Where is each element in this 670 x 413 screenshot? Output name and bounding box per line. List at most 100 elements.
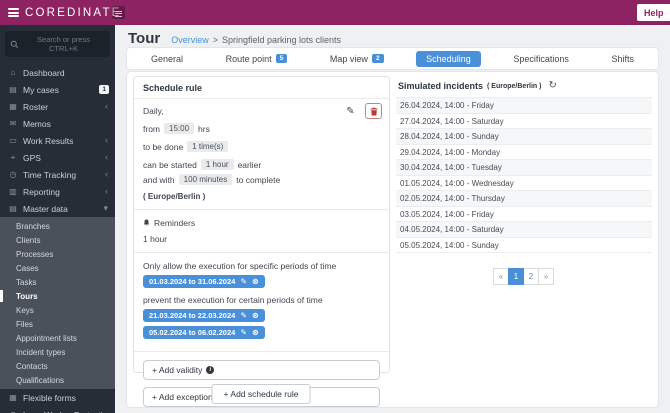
add-button-label: + Add validity bbox=[152, 365, 202, 375]
dashboard-icon: ⌂ bbox=[8, 68, 18, 77]
rule-actions: ✎ bbox=[342, 103, 382, 119]
remove-period-icon[interactable]: ⊗ bbox=[252, 311, 259, 320]
breadcrumb-overview-link[interactable]: Overview bbox=[171, 35, 209, 45]
help-button[interactable]: Help bbox=[637, 4, 670, 21]
master-data-icon: ▤ bbox=[8, 204, 18, 213]
sidebar-toggle-button[interactable] bbox=[112, 6, 125, 19]
tab-label: Route point bbox=[226, 54, 272, 64]
sidebar-item-my-cases[interactable]: ▤My cases1 bbox=[0, 81, 115, 98]
prevent-period-chip: 21.03.2024 to 22.03.2024 ✎ ⊗ bbox=[143, 309, 265, 322]
page-title: Tour bbox=[128, 30, 160, 47]
add-button-label: + Add exception bbox=[152, 392, 213, 402]
add-schedule-rule-button[interactable]: + Add schedule rule bbox=[212, 384, 311, 404]
sidebar-item-flexible-forms[interactable]: ▦ Flexible forms bbox=[0, 389, 115, 406]
prevent-periods-label: prevent the execution for certain period… bbox=[143, 295, 380, 305]
tab-scheduling[interactable]: Scheduling bbox=[416, 51, 481, 67]
pagination-page-1[interactable]: 1 bbox=[508, 268, 524, 285]
period-chip-label: 21.03.2024 to 22.03.2024 bbox=[149, 311, 235, 320]
schedule-rule-body: ✎ Daily, from 15:00 hrs to be done 1 tim… bbox=[134, 99, 389, 413]
sidebar-item-gps[interactable]: ⌖GPS‹ bbox=[0, 149, 115, 166]
search-placeholder: Search or press CTRL+K bbox=[22, 35, 105, 54]
incident-row: 02.05.2024, 14:00 - Thursday bbox=[396, 190, 652, 206]
chevron-left-icon: ‹ bbox=[105, 170, 108, 179]
chevron-left-icon: ‹ bbox=[105, 102, 108, 111]
content-area: Tour Overview > Springfield parking lots… bbox=[115, 25, 670, 413]
flexible-forms-icon: ▦ bbox=[8, 393, 18, 402]
delete-rule-button[interactable] bbox=[365, 103, 382, 119]
search-input[interactable]: Search or press CTRL+K bbox=[5, 31, 110, 57]
sidebar-item-master-data[interactable]: ▤Master data▾ bbox=[0, 200, 115, 217]
sidebar-item-memos[interactable]: ✉ Memos bbox=[0, 115, 115, 132]
tab-map-view[interactable]: Map view2 bbox=[320, 51, 394, 67]
allow-period-chip: 01.03.2024 to 31.06.2024 ✎ ⊗ bbox=[143, 275, 265, 288]
edit-period-icon[interactable]: ✎ bbox=[240, 328, 247, 337]
pagination-next-button[interactable]: » bbox=[538, 268, 554, 285]
roster-icon: ▦ bbox=[8, 102, 18, 111]
tab-route-point[interactable]: Route point5 bbox=[216, 51, 298, 67]
tab-general[interactable]: General bbox=[141, 51, 193, 67]
reporting-icon: ▥ bbox=[8, 187, 18, 196]
edit-period-icon[interactable]: ✎ bbox=[240, 277, 247, 286]
tab-label: Specifications bbox=[513, 54, 569, 64]
refresh-icon[interactable]: ↻ bbox=[548, 81, 556, 91]
app-window: COREDINATE Help Search or press CTRL+K ⌂… bbox=[0, 0, 670, 413]
sidebar-subitem-files[interactable]: Files bbox=[0, 317, 115, 331]
pencil-icon: ✎ bbox=[346, 106, 354, 117]
sidebar-subitem-clients[interactable]: Clients bbox=[0, 233, 115, 247]
reminders-header: Reminders bbox=[143, 218, 380, 228]
sidebar-item-reporting[interactable]: ▥Reporting‹ bbox=[0, 183, 115, 200]
incident-row: 30.04.2024, 14:00 - Tuesday bbox=[396, 159, 652, 175]
sidebar-item-label: Work Results bbox=[23, 136, 73, 146]
sidebar-item-label: My cases bbox=[23, 85, 59, 95]
breadcrumb-separator: > bbox=[213, 35, 218, 45]
sidebar-item-time-tracking[interactable]: ◷Time Tracking‹ bbox=[0, 166, 115, 183]
sidebar-item-work-results[interactable]: ▭Work Results‹ bbox=[0, 132, 115, 149]
tab-label: Shifts bbox=[611, 54, 634, 64]
remove-period-icon[interactable]: ⊗ bbox=[252, 277, 259, 286]
brand-name: COREDINATE bbox=[25, 7, 122, 19]
sidebar-subitem-keys[interactable]: Keys bbox=[0, 303, 115, 317]
sidebar-item-label: Memos bbox=[23, 119, 51, 129]
sidebar-subitem-appointment-lists[interactable]: Appointment lists bbox=[0, 331, 115, 345]
sidebar-subitem-branches[interactable]: Branches bbox=[0, 219, 115, 233]
sidebar-subitem-incident-types[interactable]: Incident types bbox=[0, 345, 115, 359]
trash-icon bbox=[370, 107, 378, 116]
sidebar-item-label: Lone Worker Protection bbox=[23, 410, 112, 413]
sidebar-subitem-tasks[interactable]: Tasks bbox=[0, 275, 115, 289]
memos-icon: ✉ bbox=[8, 119, 18, 128]
period-chip-label: 05.02.2024 to 06.02.2024 bbox=[149, 328, 235, 337]
sidebar-item-label: GPS bbox=[23, 153, 41, 163]
sidebar-item-lone-worker-protection[interactable]: ⊕Lone Worker Protection‹ bbox=[0, 406, 115, 413]
edit-period-icon[interactable]: ✎ bbox=[240, 311, 247, 320]
sidebar-subitem-contacts[interactable]: Contacts bbox=[0, 359, 115, 373]
incident-row: 26.04.2024, 14:00 - Friday bbox=[396, 97, 652, 113]
complete-minutes-chip: 100 minutes bbox=[179, 174, 233, 185]
tab-shifts[interactable]: Shifts bbox=[601, 51, 644, 67]
prevent-period-chip: 05.02.2024 to 06.02.2024 ✎ ⊗ bbox=[143, 326, 265, 339]
sidebar-item-roster[interactable]: ▦Roster‹ bbox=[0, 98, 115, 115]
sidebar-subitem-tours[interactable]: Tours bbox=[0, 289, 115, 303]
sidebar-item-dashboard[interactable]: ⌂ Dashboard bbox=[0, 64, 115, 81]
incidents-title: Simulated incidents bbox=[398, 81, 483, 91]
sidebar-item-label: Dashboard bbox=[23, 68, 65, 78]
rule-complete-line: and with 100 minutes to complete bbox=[143, 174, 380, 185]
sidebar-item-label: Flexible forms bbox=[23, 393, 76, 403]
pagination-page-2[interactable]: 2 bbox=[523, 268, 539, 285]
sidebar-subitem-qualifications[interactable]: Qualifications bbox=[0, 373, 115, 387]
sidebar-subitem-processes[interactable]: Processes bbox=[0, 247, 115, 261]
allow-periods-label: Only allow the execution for specific pe… bbox=[143, 261, 380, 271]
brand: COREDINATE bbox=[8, 0, 122, 25]
remove-period-icon[interactable]: ⊗ bbox=[252, 328, 259, 337]
done-count-chip: 1 time(s) bbox=[187, 141, 228, 152]
chevron-down-icon: ▾ bbox=[103, 204, 108, 213]
pagination-prev-button[interactable]: « bbox=[493, 268, 509, 285]
tab-specifications[interactable]: Specifications bbox=[503, 51, 579, 67]
sidebar-subitem-cases[interactable]: Cases bbox=[0, 261, 115, 275]
chevron-left-icon: ‹ bbox=[105, 136, 108, 145]
add-button-add-validity[interactable]: + Add validityi bbox=[143, 360, 380, 380]
period-chip-label: 01.03.2024 to 31.06.2024 bbox=[149, 277, 235, 286]
incident-row: 05.05.2024, 14:00 - Sunday bbox=[396, 237, 652, 253]
page-header: Tour Overview > Springfield parking lots… bbox=[128, 30, 341, 47]
incident-row: 28.04.2024, 14:00 - Sunday bbox=[396, 128, 652, 144]
edit-rule-button[interactable]: ✎ bbox=[342, 103, 359, 119]
